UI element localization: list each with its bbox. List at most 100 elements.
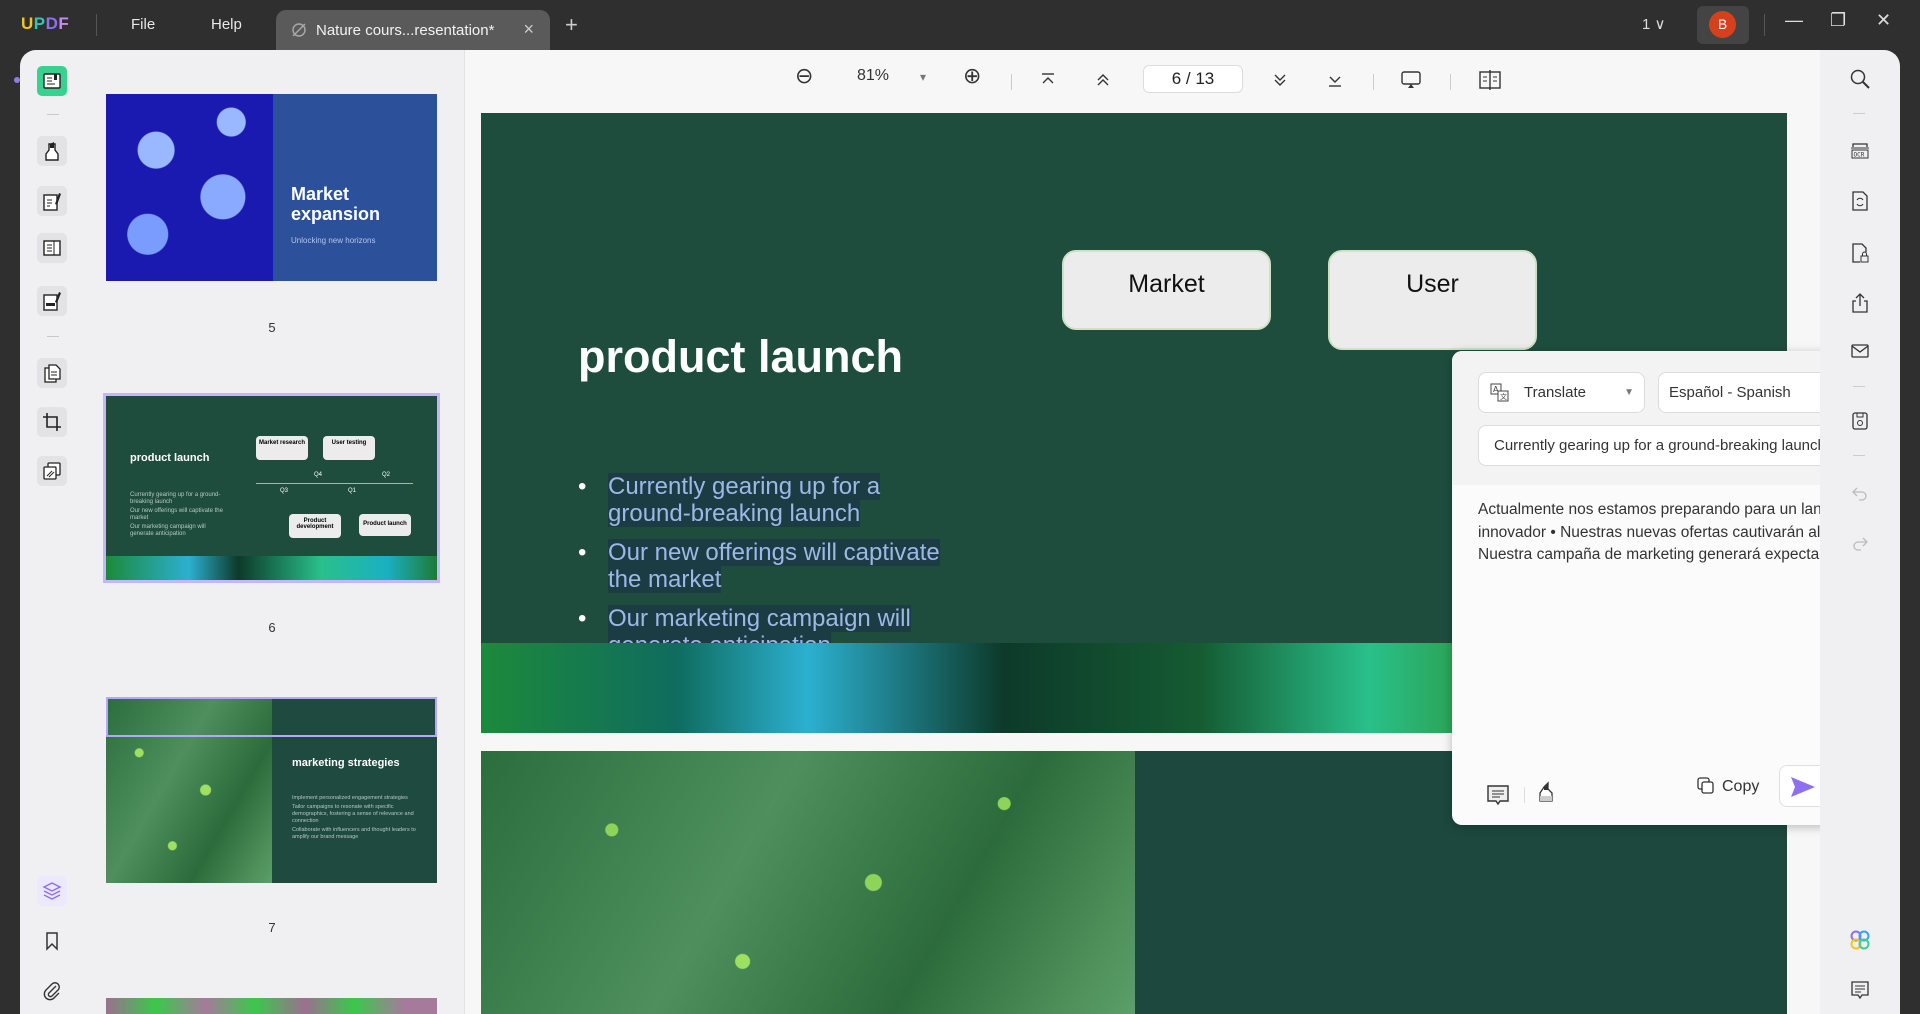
document-tab[interactable]: Nature cours...resentation* × [276,10,550,50]
translate-icon: A文 [1490,383,1509,402]
zoom-level[interactable]: 81% [857,67,889,85]
next-page-icon[interactable] [1272,72,1288,88]
page-tools-button[interactable] [37,358,67,388]
watermark-button[interactable] [37,456,67,486]
bookmark-icon [46,932,58,951]
updf-ai-icon [1850,930,1870,950]
thumb-title: marketing strategies [292,757,400,769]
thumb-title: product launch [130,452,210,464]
fill-sign-button[interactable] [37,286,67,316]
ai-mode-select[interactable]: A文 Translate ▼ [1478,372,1645,413]
pages-icon [44,364,61,383]
reader-mode-button[interactable] [37,66,67,96]
close-tab-icon[interactable]: × [523,19,534,40]
undo-button[interactable] [1847,480,1873,506]
comments-panel-button[interactable] [1847,977,1873,1003]
edit-document-icon [43,193,61,211]
document-viewer: ⊖ 81% ▾ ⊕ 6 / 13 product launch Currentl… [465,50,1920,1014]
save-button[interactable] [1847,408,1873,434]
last-page-icon[interactable] [1327,72,1343,88]
comment-tool-button[interactable] [37,136,67,166]
first-page-icon[interactable] [1040,72,1056,88]
leaf-image [481,751,1135,1014]
minimize-button[interactable]: — [1785,10,1803,31]
divider [47,114,59,115]
slide-bullets: Currently gearing up for a ground-breaki… [578,473,958,671]
left-tool-rail [20,50,89,1014]
email-button[interactable] [1847,338,1873,364]
divider [1764,14,1765,36]
crop-button[interactable] [37,407,67,437]
zoom-out-button[interactable]: ⊖ [795,63,813,89]
redo-button[interactable] [1847,530,1873,556]
ocr-button[interactable]: OCR [1847,137,1873,163]
right-tool-rail: OCR [1820,50,1900,1014]
page-number-input[interactable]: 6 / 13 [1143,65,1243,93]
organize-button[interactable] [37,233,67,263]
divider [1450,74,1451,90]
tab-title: Nature cours...resentation* [316,22,495,39]
convert-button[interactable] [1847,188,1873,214]
ocr-icon: OCR [1851,143,1869,159]
edit-off-icon [292,23,306,37]
share-button[interactable] [1847,290,1873,316]
window-edge [1900,50,1920,1014]
undo-icon [1852,487,1867,501]
highlighter-icon [45,142,59,161]
page-number: 7 [268,920,276,935]
diagram-box-user: User [1328,250,1537,350]
thumb-box: Market research [256,436,308,460]
divider [1853,455,1865,456]
thumb-bullets: Implement personalized engagement strate… [292,795,416,840]
restore-button[interactable]: ❐ [1830,10,1846,31]
layers-button[interactable] [37,876,67,906]
title-bar: UPDF File Help Nature cours...resentatio… [0,0,1920,50]
paperclip-icon [43,982,60,1001]
lock-document-icon [1852,243,1869,263]
thumb-title: Market expansion [291,184,381,224]
thumbnail-page-6[interactable]: product launch Currently gearing up for … [103,393,440,583]
protect-button[interactable] [1847,240,1873,266]
ai-assistant-button[interactable] [1847,927,1873,953]
bookmarks-button[interactable] [37,926,67,956]
page-number: 5 [268,320,276,335]
thumbnail-page-7[interactable]: marketing strategies Implement personali… [106,697,437,883]
thumb-bullets: Currently gearing up for a ground-breaki… [130,492,223,537]
presentation-icon[interactable] [1400,70,1422,90]
avatar[interactable]: B [1709,11,1736,38]
convert-icon [1852,191,1868,211]
window-count-dropdown[interactable]: 1 ∨ [1642,15,1666,33]
thumbnail-page-5[interactable]: Market expansion Unlocking new horizons [106,94,437,281]
zoom-in-button[interactable]: ⊕ [963,63,981,89]
add-comment-icon[interactable] [1486,783,1510,807]
slide-title: product launch [578,331,903,382]
sign-icon [43,292,61,311]
attachments-button[interactable] [37,976,67,1006]
search-button[interactable] [1847,66,1873,92]
thumb-box: Product launch [359,514,411,536]
updf-logo: UPDF [21,14,70,33]
bullet-item[interactable]: Our new offerings will captivate the mar… [578,539,958,593]
thumbnail-page-8[interactable] [106,998,437,1014]
edit-pdf-button[interactable] [37,186,67,216]
zoom-dropdown-caret[interactable]: ▾ [920,70,926,84]
jellyfish-image [106,94,273,281]
divider [1011,74,1012,90]
highlight-icon[interactable] [1536,781,1558,805]
menu-help[interactable]: Help [211,16,242,33]
diagram-box-market: Market [1062,250,1271,330]
share-icon [1852,293,1868,313]
thumb-timeline [256,483,413,484]
divider [1853,113,1865,114]
new-tab-button[interactable]: + [565,12,578,38]
search-icon [1850,69,1870,89]
bullet-item[interactable]: Currently gearing up for a ground-breaki… [578,473,958,527]
close-window-button[interactable]: ✕ [1876,10,1891,31]
menu-file[interactable]: File [131,16,155,33]
divider [47,336,59,337]
divider [1853,386,1865,387]
previous-page-icon[interactable] [1095,72,1111,88]
slide-panel: Market expansion Unlocking new horizons [273,94,437,281]
page-layout-icon[interactable] [1478,70,1502,90]
svg-text:OCR: OCR [1854,152,1865,159]
